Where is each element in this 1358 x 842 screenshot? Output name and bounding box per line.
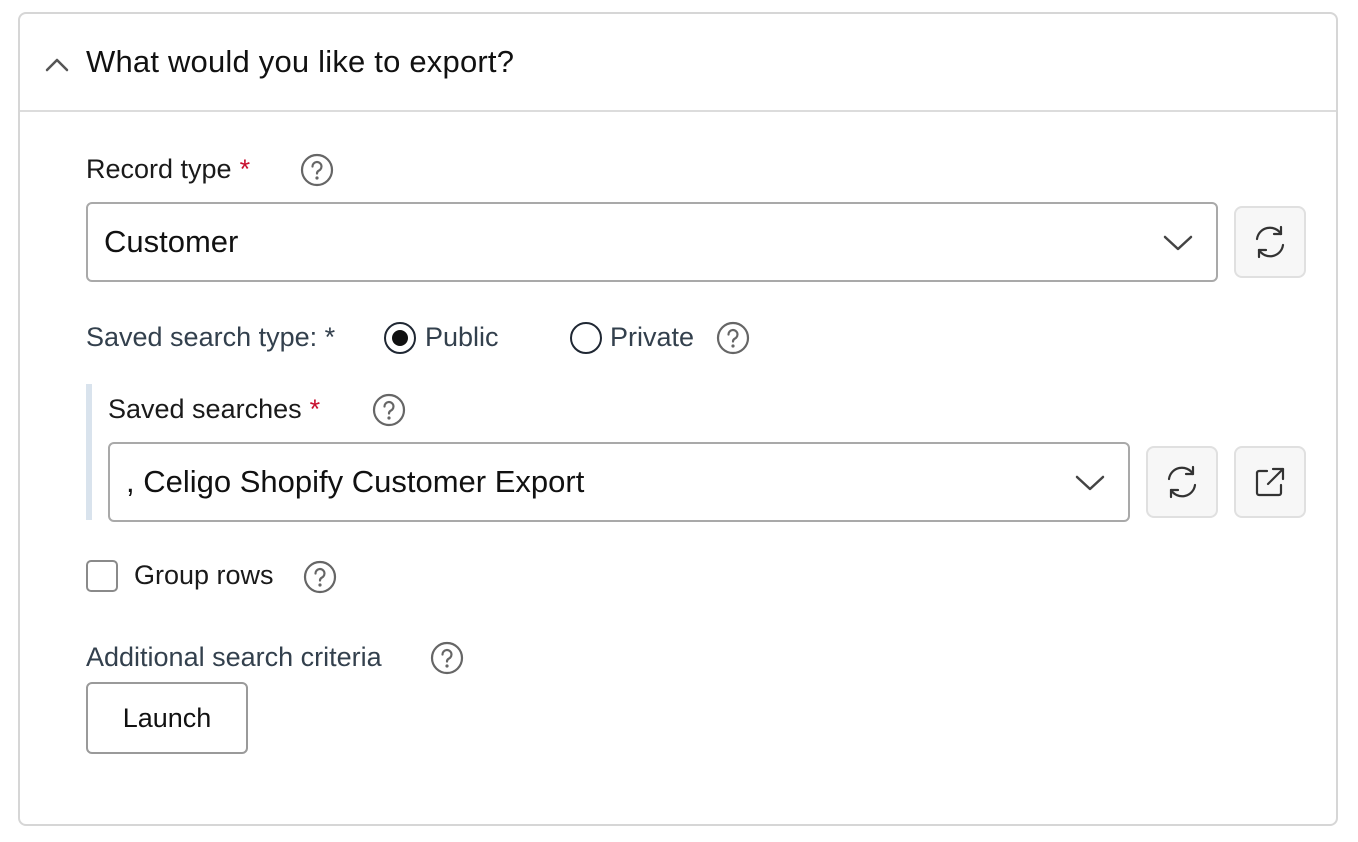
saved-searches-value: , Celigo Shopify Customer Export [126, 464, 585, 499]
launch-button[interactable]: Launch [86, 682, 248, 754]
section-header[interactable]: What would you like to export? [20, 14, 1336, 112]
chevron-up-icon[interactable] [42, 50, 72, 80]
refresh-icon [1255, 225, 1285, 259]
record-type-value: Customer [104, 224, 239, 259]
help-icon[interactable] [430, 641, 464, 675]
chevron-down-icon [1163, 235, 1193, 251]
radio-private[interactable] [570, 322, 602, 354]
help-icon[interactable] [716, 321, 750, 355]
saved-search-type-label: Saved search type: * [86, 322, 336, 352]
radio-public-label[interactable]: Public [425, 322, 499, 353]
radio-private-label[interactable]: Private [610, 322, 694, 353]
refresh-saved-searches-button[interactable] [1146, 446, 1218, 518]
nested-field-indicator [86, 384, 92, 520]
open-external-icon [1255, 467, 1285, 497]
refresh-record-types-button[interactable] [1234, 206, 1306, 278]
help-icon[interactable] [303, 560, 337, 594]
group-rows-label[interactable]: Group rows [134, 560, 274, 591]
help-icon[interactable] [300, 153, 334, 187]
saved-searches-select[interactable]: , Celigo Shopify Customer Export [108, 442, 1130, 522]
open-saved-search-button[interactable] [1234, 446, 1306, 518]
required-mark: * [309, 394, 321, 424]
chevron-down-icon [1075, 475, 1105, 491]
additional-criteria-label: Additional search criteria [86, 642, 382, 672]
section-title: What would you like to export? [86, 44, 515, 79]
record-type-select[interactable]: Customer [86, 202, 1218, 282]
radio-public[interactable] [384, 322, 416, 354]
help-icon[interactable] [372, 393, 406, 427]
refresh-icon [1167, 465, 1197, 499]
required-mark: * [239, 154, 251, 184]
saved-searches-label: Saved searches * [108, 394, 321, 424]
group-rows-checkbox[interactable] [86, 560, 118, 592]
record-type-label: Record type * [86, 154, 251, 184]
export-section-panel: What would you like to export? Record ty… [18, 12, 1338, 826]
